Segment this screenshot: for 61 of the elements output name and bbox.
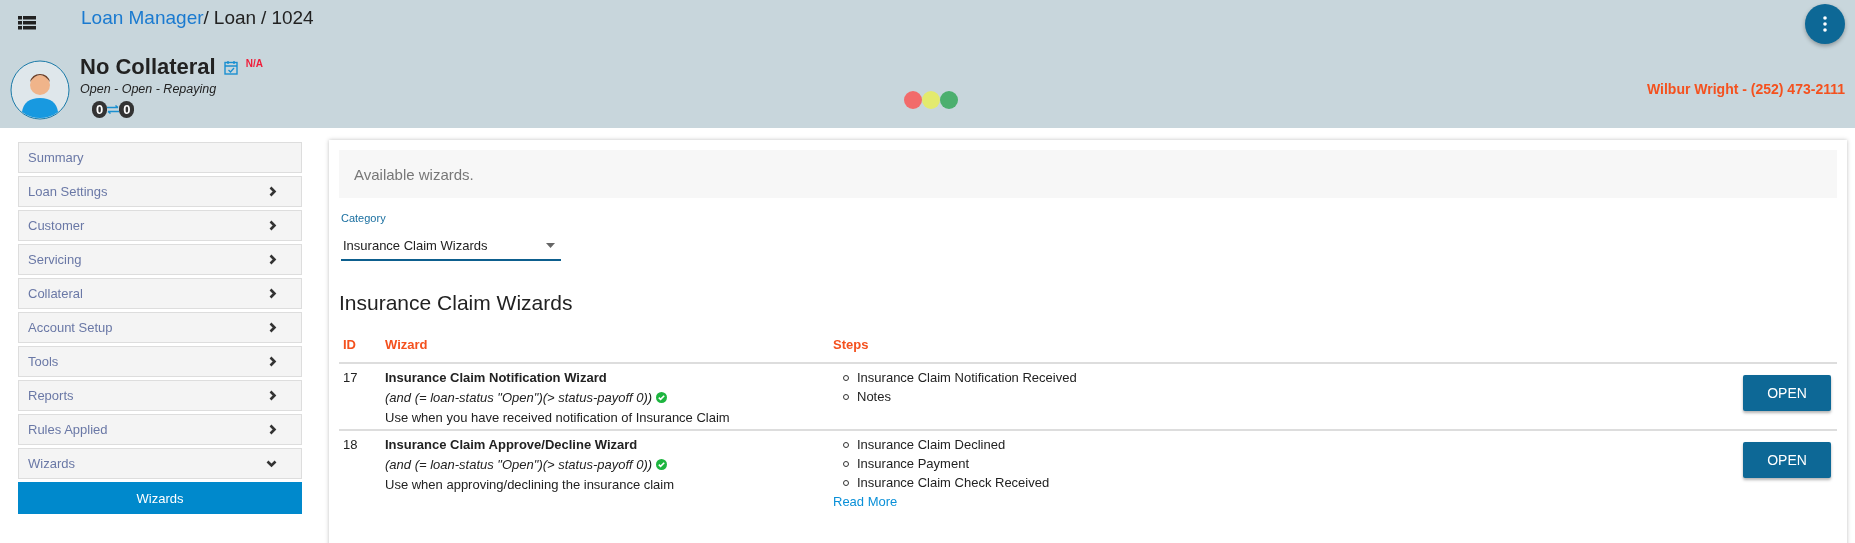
open-button[interactable]: OPEN (1743, 375, 1831, 411)
chevron-down-icon (266, 459, 277, 468)
sidebar-subitem[interactable]: Wizards (18, 482, 302, 514)
breadcrumb-item: 1024 (271, 7, 314, 29)
table-cell: 17 (343, 370, 358, 385)
dropdown-caret-icon (546, 243, 555, 248)
breadcrumb-separator: / (203, 7, 209, 29)
section-heading: Insurance Claim Wizards (339, 291, 574, 315)
calendar-check-icon[interactable] (223, 59, 238, 75)
kebab-icon (1823, 16, 1827, 32)
loan-title: No Collateral (80, 54, 216, 80)
loan-status: Open - Open - Repaying (80, 82, 218, 96)
list-menu-icon[interactable] (18, 16, 36, 30)
chevron-right-icon (269, 356, 277, 367)
contact-text[interactable]: Wilbur Wright - (252) 473-2111 (1647, 81, 1845, 97)
chevron-right-icon (269, 390, 277, 401)
step-item: Insurance Claim Notification Received (857, 370, 1077, 385)
step-item: Insurance Claim Declined (857, 437, 1006, 452)
read-more-link[interactable]: Read More (833, 494, 898, 509)
step-item: Insurance Payment (857, 456, 969, 471)
wizard-name: Insurance Claim Notification Wizard (385, 370, 608, 385)
sidebar-item[interactable]: Wizards (18, 448, 302, 479)
sidebar-item[interactable]: Reports (18, 380, 302, 411)
swap-arrows-icon (107, 105, 120, 114)
sidebar-item[interactable]: Summary (18, 142, 302, 173)
step-item: Insurance Claim Check Received (857, 475, 1050, 490)
wizard-name: Insurance Claim Approve/Decline Wizard (385, 437, 639, 452)
wizard-description: Use when you have received notification of Insurance Claim (385, 410, 731, 425)
sidebar-item[interactable]: Tools (18, 346, 302, 377)
breadcrumb-separator: / (261, 7, 267, 29)
open-button[interactable]: OPEN (1743, 442, 1831, 478)
wizard-description: Use when approving/declining the insurance claim (385, 477, 676, 492)
sidebar-item[interactable]: Collateral (18, 278, 302, 309)
table-cell: 18 (343, 437, 358, 452)
breadcrumb-link[interactable]: Loan Manager (81, 7, 204, 29)
breadcrumb-item: Loan (213, 7, 257, 29)
column-header: ID (343, 337, 356, 352)
sidebar-item[interactable]: Customer (18, 210, 302, 241)
sidebar-item[interactable]: Loan Settings (18, 176, 302, 207)
more-options-button[interactable] (1805, 4, 1845, 44)
chevron-right-icon (269, 220, 277, 231)
rule-text: (and (= loan-status "Open")(> status-payoff 0)) (385, 390, 653, 405)
avatar-silhouette (10, 60, 70, 120)
counter-badge: 0 (119, 101, 135, 118)
chevron-right-icon (269, 288, 277, 299)
chevron-right-icon (269, 186, 277, 197)
category-select[interactable]: Insurance Claim Wizards (341, 232, 561, 261)
chevron-right-icon (269, 322, 277, 333)
info-text: Available wizards. (354, 165, 474, 183)
step-item: Notes (857, 389, 891, 404)
chevron-right-icon (269, 424, 277, 435)
sidebar-item[interactable]: Account Setup (18, 312, 302, 343)
sidebar-item[interactable]: Servicing (18, 244, 302, 275)
sidebar-item[interactable]: Rules Applied (18, 414, 302, 445)
column-header: Steps (833, 337, 869, 352)
column-header: Wizard (385, 337, 428, 352)
flag-label: N/A (245, 58, 263, 69)
chevron-right-icon (269, 254, 277, 265)
rule-text: (and (= loan-status "Open")(> status-payoff 0)) (385, 457, 653, 472)
counter-badge: 0 (92, 101, 108, 118)
field-label: Category (341, 212, 387, 224)
